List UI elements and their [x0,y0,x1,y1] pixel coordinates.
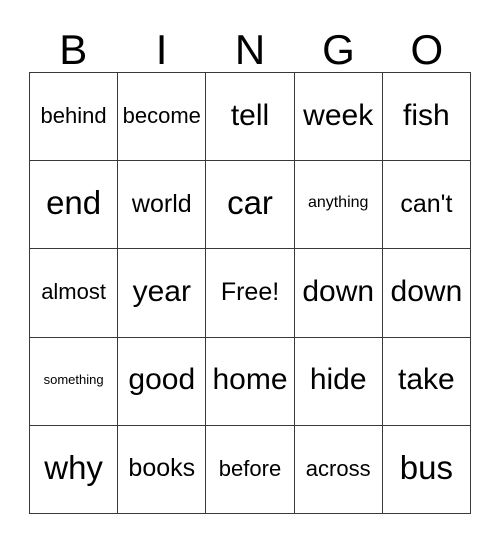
bingo-cell[interactable]: take [382,337,471,426]
bingo-header-letter-b: B [59,26,88,73]
bingo-header-letter-n: N [234,26,266,73]
bingo-cell-label: bus [399,449,453,487]
bingo-cell-label: down [390,275,463,309]
bingo-cell[interactable]: behind [30,73,119,162]
bingo-cell[interactable]: become [118,73,207,162]
bingo-cell-label: across [305,455,371,481]
bingo-cell-label: take [398,363,455,397]
bingo-cell[interactable]: almost [30,249,119,338]
bingo-cell-label: before [218,455,282,481]
bingo-cell-label: home [212,363,288,397]
bingo-cell[interactable]: down [382,249,471,338]
bingo-cell[interactable]: something [30,337,119,426]
bingo-cell-label: world [131,189,192,218]
bingo-cell-label: down [302,275,375,309]
bingo-cell[interactable]: world [118,161,207,250]
bingo-cell[interactable]: books [118,425,207,514]
bingo-cell[interactable]: tell [206,73,295,162]
bingo-cell[interactable]: can't [382,161,471,250]
bingo-cell-label: week [303,98,374,132]
bingo-cell-label: can't [400,189,453,218]
bingo-cell-label: behind [40,103,107,129]
bingo-cell[interactable]: hide [294,337,383,426]
bingo-header-letter-g: G [322,26,355,73]
bingo-cell[interactable]: home [206,337,295,426]
bingo-cell-label: something [43,372,104,388]
bingo-cell[interactable]: across [294,425,383,514]
bingo-cell[interactable]: before [206,425,295,514]
bingo-cell[interactable]: good [118,337,207,426]
bingo-cell-free-space[interactable]: Free! [206,249,295,338]
bingo-cell[interactable]: down [294,249,383,338]
bingo-cell[interactable]: year [118,249,207,338]
bingo-cell[interactable]: why [30,425,119,514]
bingo-cell-label: Free! [220,277,280,306]
bingo-header-row: B I N G O [29,20,471,72]
bingo-cell[interactable]: car [206,161,295,250]
bingo-card: B I N G O behind become tell week fish e… [0,0,500,544]
bingo-cell[interactable]: bus [382,425,471,514]
bingo-header-letter-o: O [410,26,444,73]
bingo-cell[interactable]: end [30,161,119,250]
bingo-cell-label: good [128,363,196,397]
bingo-cell-label: year [132,275,191,309]
bingo-cell-label: anything [307,194,369,212]
bingo-cell-label: tell [230,98,270,132]
bingo-cell-label: almost [41,279,106,305]
bingo-grid: behind become tell week fish end world c… [29,72,471,514]
bingo-cell-label: fish [403,98,450,132]
bingo-cell[interactable]: fish [382,73,471,162]
bingo-header-letter-i: I [155,26,168,73]
bingo-cell-label: hide [309,363,367,397]
bingo-cell-label: end [46,184,102,222]
bingo-cell[interactable]: anything [294,161,383,250]
bingo-cell-label: why [44,449,103,487]
bingo-cell-label: become [122,103,201,129]
bingo-cell-label: car [227,184,273,222]
bingo-cell[interactable]: week [294,73,383,162]
bingo-cell-label: books [128,454,196,483]
